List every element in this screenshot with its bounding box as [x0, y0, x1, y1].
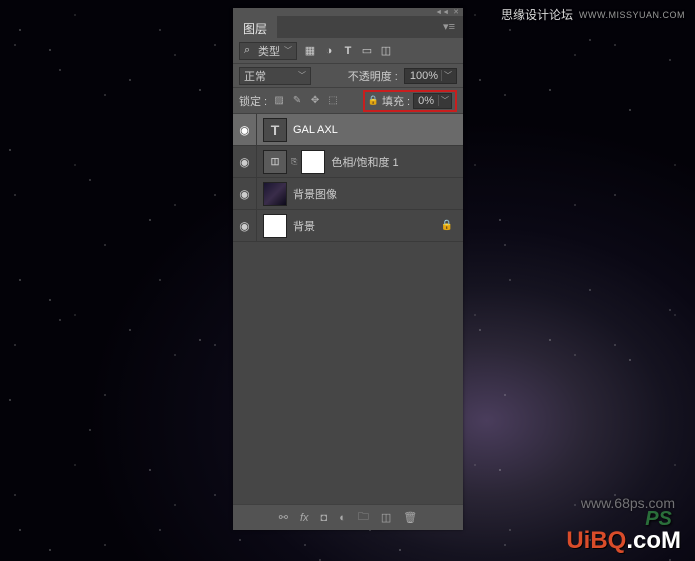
lock-artboard-icon[interactable]: ⬚ — [326, 94, 340, 108]
watermark-top: 思缘设计论坛 WWW.MISSYUAN.COM — [501, 6, 685, 23]
blend-mode-dropdown[interactable]: 正常 ﹀ — [239, 67, 311, 85]
fill-highlight: 🔒 填充 : 0% ﹀ — [363, 90, 457, 112]
visibility-toggle[interactable]: ◉ — [233, 210, 257, 241]
panel-tabs: 图层 ▾≡ — [233, 16, 463, 38]
fill-value: 0% — [414, 95, 438, 107]
tab-layers[interactable]: 图层 — [233, 16, 277, 38]
filter-smart-icon[interactable]: ◫ — [379, 44, 393, 58]
layer-name[interactable]: 背景 — [287, 218, 315, 234]
filter-adjust-icon[interactable]: ◑ — [322, 44, 336, 58]
chevron-down-icon: ﹀ — [284, 45, 292, 56]
layer-row[interactable]: ◉ ◫ ⎘ 色相/饱和度 1 — [233, 146, 463, 178]
search-icon: ⌕ — [244, 44, 254, 57]
visibility-toggle[interactable]: ◉ — [233, 146, 257, 177]
layer-thumbs: ◫ ⎘ — [257, 150, 325, 174]
layer-name[interactable]: GAL AXL — [287, 124, 338, 136]
layer-row[interactable]: ◉ 背景 🔒 — [233, 210, 463, 242]
chevron-down-icon: ﹀ — [298, 70, 306, 81]
collapse-icon[interactable]: ◄◄ — [435, 9, 449, 16]
lock-icons: ▨ ✎ ✥ ⬚ — [272, 94, 340, 108]
lock-paint-icon[interactable]: ✎ — [290, 94, 304, 108]
opacity-value: 100% — [407, 70, 441, 82]
filter-row: ⌕ 类型 ﹀ ▦ ◑ T ▭ ◫ — [233, 38, 463, 64]
image-thumb[interactable] — [263, 182, 287, 206]
panel-bottom-bar: ⚯ fx ◘ ◐ 🗀 ◫ 🗑 — [233, 504, 463, 530]
lock-icon: 🔒 — [441, 220, 453, 231]
panel-menu-icon[interactable]: ▾≡ — [435, 16, 463, 38]
layer-row[interactable]: ◉ T GAL AXL — [233, 114, 463, 146]
mask-thumb[interactable] — [301, 150, 325, 174]
filter-type-dropdown[interactable]: ⌕ 类型 ﹀ — [239, 42, 297, 60]
opacity-label: 不透明度 : — [348, 68, 398, 84]
close-icon[interactable]: ✕ — [453, 8, 459, 16]
visibility-toggle[interactable]: ◉ — [233, 114, 257, 145]
filter-icons: ▦ ◑ T ▭ ◫ — [303, 44, 393, 58]
group-icon[interactable]: 🗀 — [358, 508, 369, 527]
fx-icon[interactable]: fx — [300, 512, 309, 524]
adjustment-icon[interactable]: ◐ — [339, 512, 346, 524]
filter-label: 类型 — [258, 43, 280, 59]
watermark-uibq: UiBQ.coM — [566, 527, 681, 555]
layer-name[interactable]: 背景图像 — [287, 186, 337, 202]
layers-list: ◉ T GAL AXL ◉ ◫ ⎘ 色相/饱和度 1 ◉ 背景图像 ◉ — [233, 114, 463, 504]
link-icon[interactable]: ⎘ — [291, 157, 297, 167]
watermark-forum: 思缘设计论坛 — [501, 6, 573, 23]
lock-transparent-icon[interactable]: ▨ — [272, 94, 286, 108]
panel-controls: ◄◄ ✕ — [233, 8, 463, 16]
lock-all-icon[interactable]: 🔒 — [368, 95, 379, 106]
fill-input[interactable]: 0% ﹀ — [413, 93, 452, 109]
link-layers-icon[interactable]: ⚯ — [279, 511, 288, 524]
adjustment-thumb[interactable]: ◫ — [263, 150, 287, 174]
bg-thumb[interactable] — [263, 214, 287, 238]
chevron-down-icon: ﹀ — [438, 95, 451, 106]
filter-shape-icon[interactable]: ▭ — [360, 44, 374, 58]
layer-thumbs — [257, 182, 287, 206]
layer-thumbs — [257, 214, 287, 238]
filter-pixel-icon[interactable]: ▦ — [303, 44, 317, 58]
trash-icon[interactable]: 🗑 — [403, 511, 417, 524]
filter-text-icon[interactable]: T — [341, 44, 355, 58]
watermark-url: WWW.MISSYUAN.COM — [579, 10, 685, 20]
new-layer-icon[interactable]: ◫ — [381, 511, 391, 524]
lock-row: 锁定 : ▨ ✎ ✥ ⬚ 🔒 填充 : 0% ﹀ — [233, 88, 463, 114]
layer-row[interactable]: ◉ 背景图像 — [233, 178, 463, 210]
chevron-down-icon: ﹀ — [441, 70, 454, 81]
fill-label: 填充 : — [382, 93, 410, 109]
layers-panel: ◄◄ ✕ 图层 ▾≡ ⌕ 类型 ﹀ ▦ ◑ T ▭ ◫ 正常 ﹀ 不透明度 : … — [233, 8, 463, 530]
blend-mode-value: 正常 — [244, 68, 266, 84]
blend-row: 正常 ﹀ 不透明度 : 100% ﹀ — [233, 64, 463, 88]
text-layer-thumb[interactable]: T — [263, 118, 287, 142]
lock-label: 锁定 : — [239, 93, 267, 109]
opacity-input[interactable]: 100% ﹀ — [404, 68, 457, 84]
visibility-toggle[interactable]: ◉ — [233, 178, 257, 209]
layer-name[interactable]: 色相/饱和度 1 — [325, 154, 398, 170]
mask-icon[interactable]: ◘ — [321, 512, 328, 524]
lock-position-icon[interactable]: ✥ — [308, 94, 322, 108]
layer-thumbs: T — [257, 118, 287, 142]
